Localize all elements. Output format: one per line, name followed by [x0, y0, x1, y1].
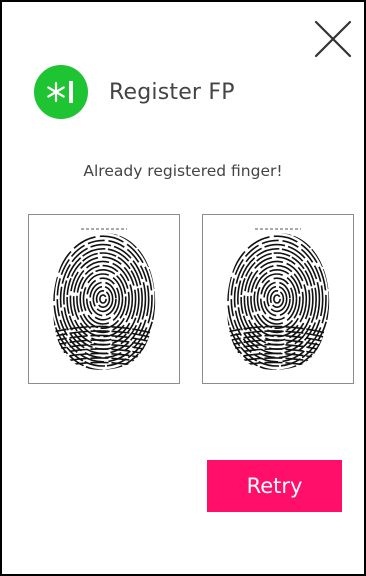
fingerprint-right-frame [202, 214, 354, 384]
fingerprint-left-frame [28, 214, 180, 384]
close-icon [314, 20, 352, 58]
fingerprint-asterisk-icon [47, 81, 73, 103]
header: Register FP [34, 65, 235, 119]
retry-button[interactable]: Retry [207, 460, 342, 512]
app-icon [34, 65, 88, 119]
status-message: Already registered finger! [83, 162, 283, 180]
fingerprint-image [53, 228, 156, 370]
page-title: Register FP [109, 79, 235, 105]
fingerprint-image [227, 228, 330, 370]
close-button[interactable] [312, 18, 354, 60]
register-fp-dialog: Register FP Already registered finger! R… [0, 0, 366, 576]
